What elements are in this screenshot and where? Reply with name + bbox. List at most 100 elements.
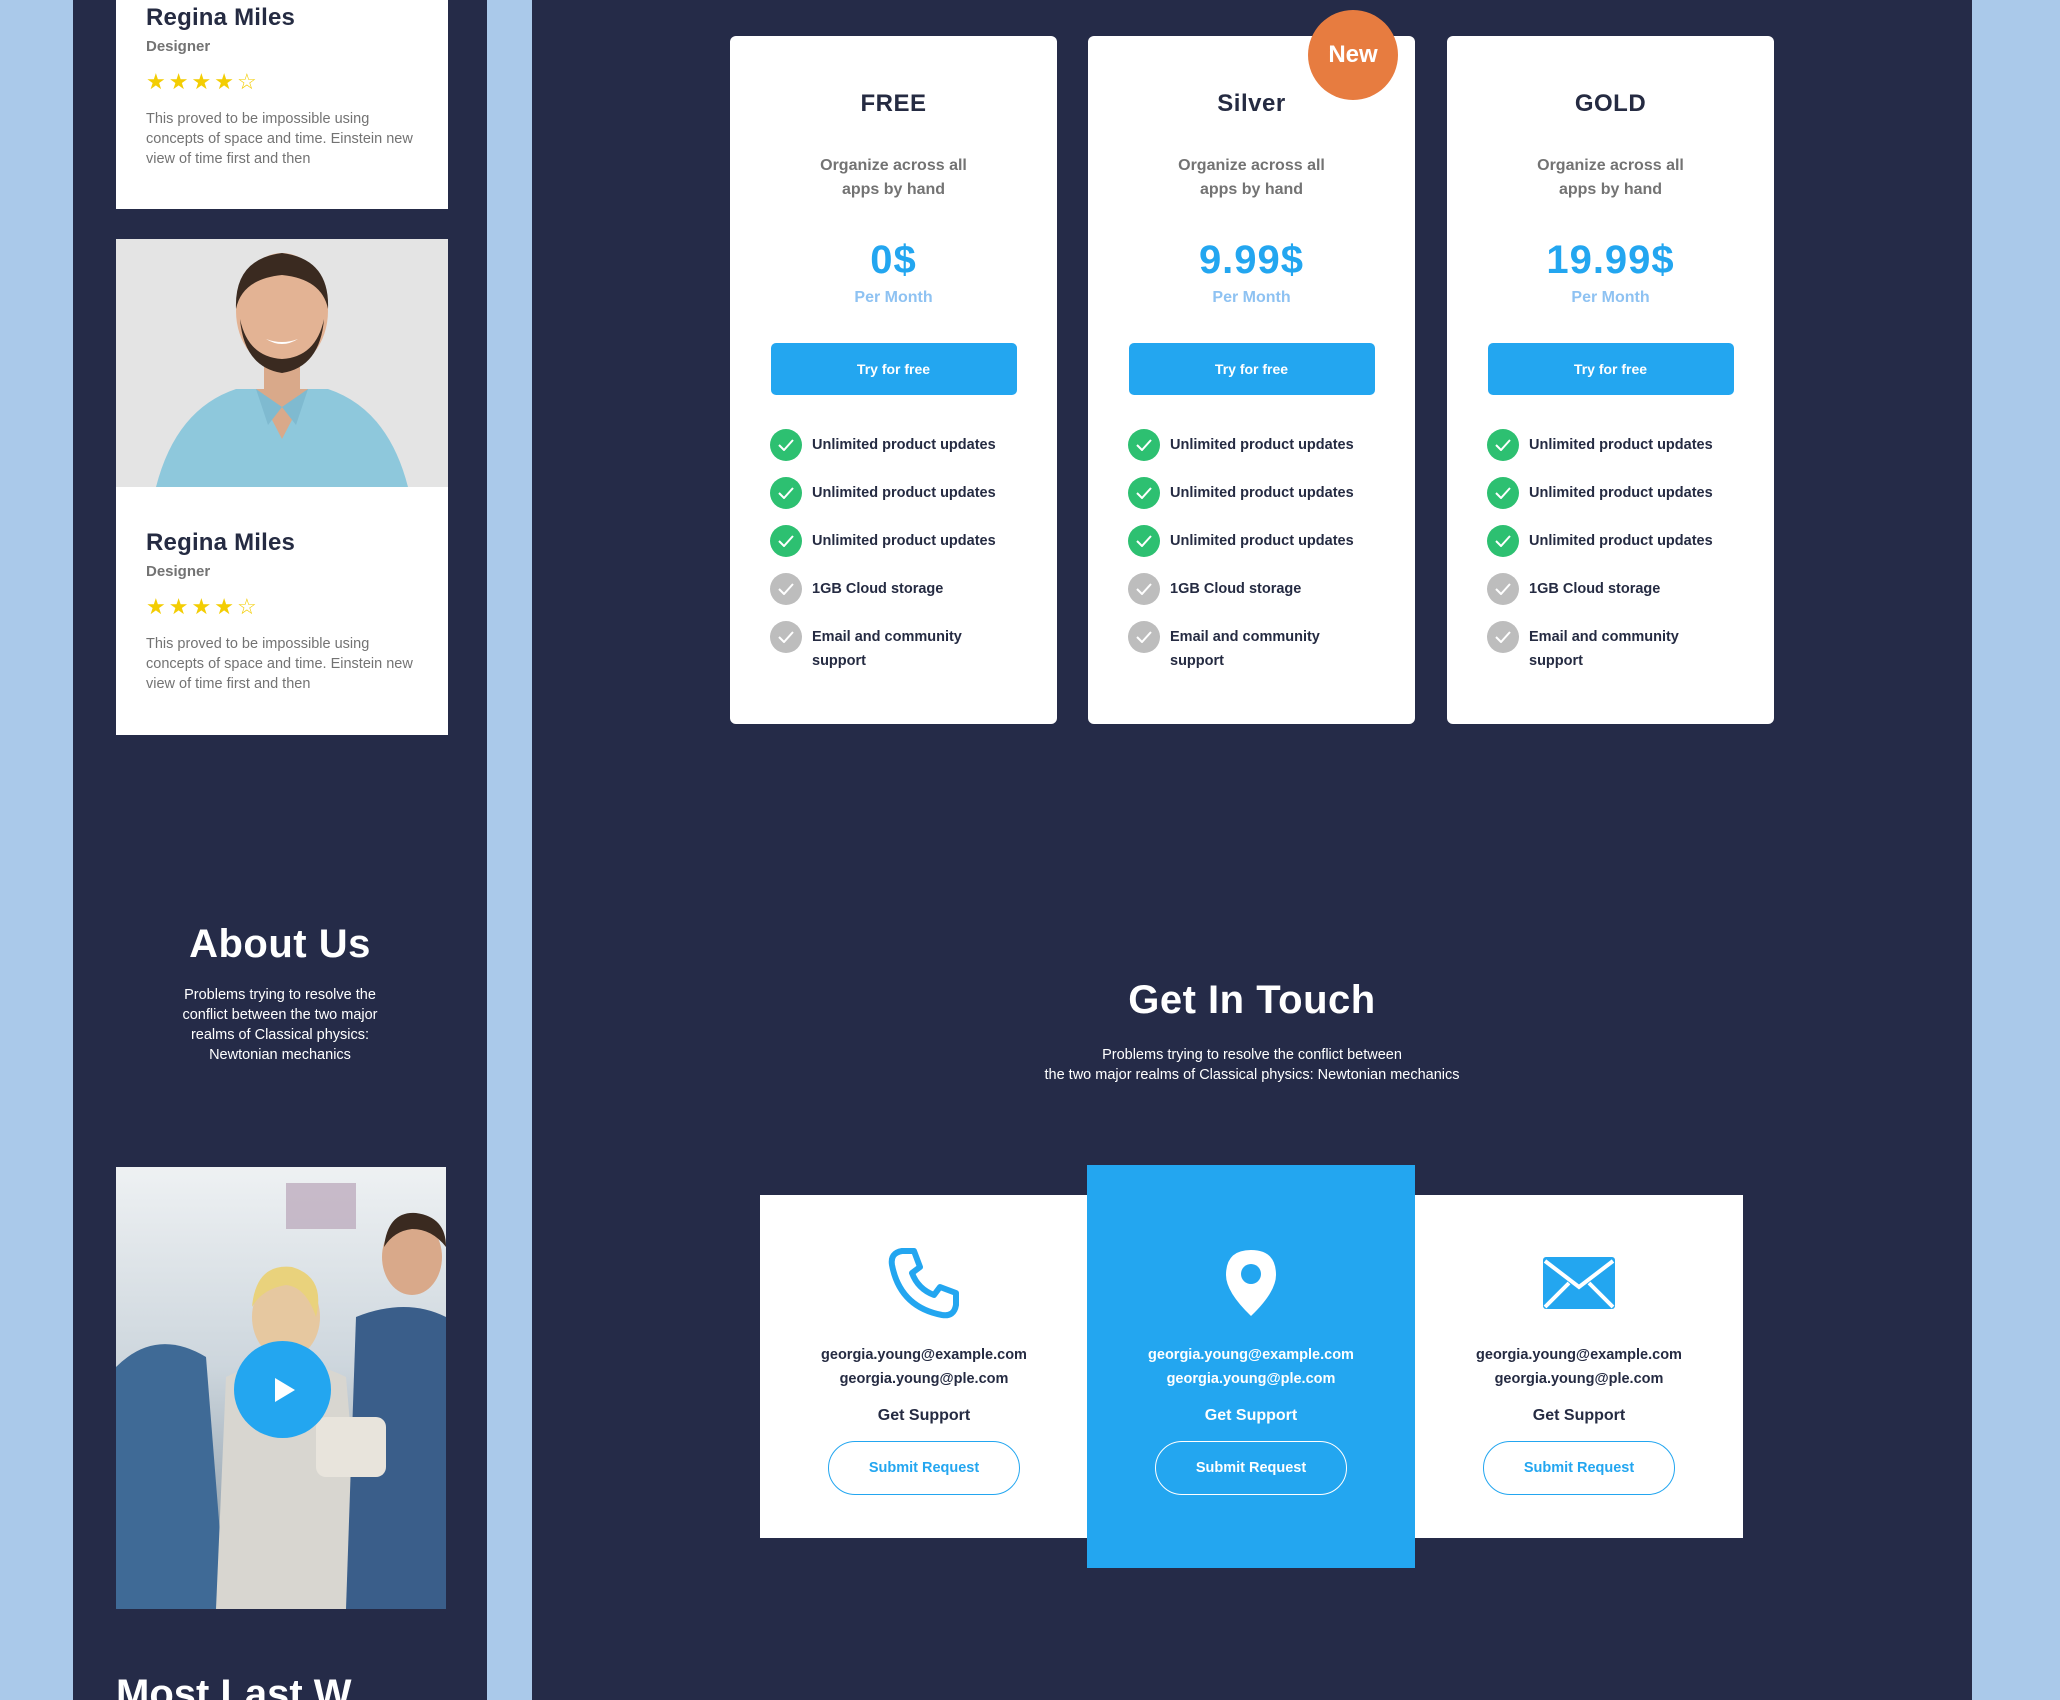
reviewer-name: Regina Miles — [146, 529, 296, 556]
star-filled-icon: ★ — [168, 69, 189, 94]
feature-text: 1GB Cloud storage — [1170, 581, 1302, 597]
plan-description: Organize across all apps by hand — [1178, 157, 1325, 198]
contact-email: georgia.young@ple.com — [1166, 1371, 1336, 1387]
phone-icon — [760, 1243, 1088, 1323]
feature-text: Unlimited product updates — [812, 485, 996, 501]
feature-item: Email and community support — [1128, 621, 1415, 673]
check-icon — [1128, 621, 1160, 653]
feature-item: Unlimited product updates — [1487, 429, 1774, 461]
contact-subtitle: Problems trying to resolve the conflict … — [532, 1045, 1972, 1085]
feature-item: 1GB Cloud storage — [1128, 573, 1415, 605]
cut-off-section-heading: Most Last W... — [116, 1672, 383, 1700]
check-icon — [770, 525, 802, 557]
contact-email: georgia.young@example.com — [1476, 1347, 1682, 1363]
feature-item: Unlimited product updates — [770, 477, 1057, 509]
play-button[interactable] — [234, 1341, 331, 1438]
review-text: This proved to be impossible using conce… — [146, 636, 413, 692]
plan-description: Organize across all apps by hand — [820, 157, 967, 198]
feature-item: Email and community support — [770, 621, 1057, 673]
feature-item: Unlimited product updates — [1128, 477, 1415, 509]
feature-text: Unlimited product updates — [1529, 437, 1713, 453]
feature-text: Email and community support — [1170, 629, 1320, 669]
pricing-card-gold: GOLD Organize across all apps by hand 19… — [1447, 36, 1774, 724]
mobile-preview-column: Regina Miles Designer ★ ★ ★ ★ ☆ This pro… — [73, 0, 487, 1700]
try-for-free-button[interactable]: Try for free — [1487, 343, 1734, 395]
check-icon — [1487, 525, 1519, 557]
star-filled-icon: ★ — [146, 69, 166, 94]
feature-text: Unlimited product updates — [812, 437, 996, 453]
plan-description: Organize across all apps by hand — [1537, 157, 1684, 198]
check-icon — [770, 429, 802, 461]
contact-email: georgia.young@example.com — [821, 1347, 1027, 1363]
new-badge: New — [1308, 10, 1398, 100]
feature-text: Unlimited product updates — [1170, 485, 1354, 501]
check-icon — [1128, 477, 1160, 509]
contact-email: georgia.young@ple.com — [839, 1371, 1009, 1387]
envelope-icon — [1415, 1243, 1743, 1323]
location-pin-icon — [1087, 1243, 1415, 1323]
star-rating: ★ ★ ★ ★ ☆ — [146, 596, 418, 618]
feature-list: Unlimited product updates Unlimited prod… — [1128, 429, 1415, 673]
feature-item: Email and community support — [1487, 621, 1774, 673]
feature-text: Unlimited product updates — [812, 533, 996, 549]
contact-label: Get Support — [1532, 1407, 1626, 1424]
feature-list: Unlimited product updates Unlimited prod… — [1487, 429, 1774, 673]
try-for-free-button[interactable]: Try for free — [770, 343, 1017, 395]
about-section: About Us Problems trying to resolve the … — [73, 922, 487, 1065]
reviewer-role: Designer — [146, 38, 211, 55]
feature-item: Unlimited product updates — [1487, 477, 1774, 509]
contact-label: Get Support — [877, 1407, 971, 1424]
check-icon — [1487, 477, 1519, 509]
plan-period: Per Month — [1571, 289, 1650, 306]
feature-text: Unlimited product updates — [1529, 533, 1713, 549]
feature-text: Email and community support — [1529, 629, 1679, 669]
contact-subtitle-line: the two major realms of Classical physic… — [1044, 1067, 1460, 1083]
feature-item: Unlimited product updates — [770, 525, 1057, 557]
contact-email: georgia.young@ple.com — [1494, 1371, 1664, 1387]
feature-list: Unlimited product updates Unlimited prod… — [770, 429, 1057, 673]
feature-item: 1GB Cloud storage — [1487, 573, 1774, 605]
review-card: Regina Miles Designer ★ ★ ★ ★ ☆ This pro… — [116, 239, 448, 735]
contact-card-phone: georgia.young@example.com georgia.young@… — [760, 1195, 1088, 1538]
reviewer-role: Designer — [146, 563, 211, 580]
feature-item: Unlimited product updates — [1487, 525, 1774, 557]
star-rating: ★ ★ ★ ★ ☆ — [146, 71, 418, 93]
about-text: Problems trying to resolve the conflict … — [182, 987, 378, 1063]
pricing-card-silver: Silver Organize across all apps by hand … — [1088, 36, 1415, 724]
plan-title: GOLD — [1574, 90, 1647, 117]
star-filled-icon: ★ — [214, 69, 234, 94]
feature-item: Unlimited product updates — [1128, 525, 1415, 557]
check-icon — [1487, 429, 1519, 461]
contact-title: Get In Touch — [1128, 978, 1376, 1022]
contact-label: Get Support — [1204, 1407, 1298, 1424]
review-text: This proved to be impossible using conce… — [146, 111, 413, 167]
feature-text: Email and community support — [812, 629, 962, 669]
check-icon — [1128, 525, 1160, 557]
contact-card-email: georgia.young@example.com georgia.young@… — [1415, 1195, 1743, 1538]
check-icon — [770, 621, 802, 653]
desktop-preview: FREE Organize across all apps by hand 0$… — [532, 0, 1972, 1700]
submit-request-button[interactable]: Submit Request — [828, 1441, 1020, 1495]
submit-request-button[interactable]: Submit Request — [1483, 1441, 1675, 1495]
plan-price: 19.99$ — [1546, 238, 1675, 282]
feature-text: Unlimited product updates — [1170, 533, 1354, 549]
feature-text: 1GB Cloud storage — [812, 581, 944, 597]
pricing-card-free: FREE Organize across all apps by hand 0$… — [730, 36, 1057, 724]
check-icon — [770, 573, 802, 605]
plan-price: 9.99$ — [1198, 238, 1305, 282]
video-thumbnail[interactable] — [116, 1167, 446, 1609]
star-filled-icon: ★ — [146, 594, 166, 619]
plan-price: 0$ — [870, 238, 917, 282]
submit-request-button[interactable]: Submit Request — [1155, 1441, 1347, 1495]
check-icon — [1128, 573, 1160, 605]
contact-card-location: georgia.young@example.com georgia.young@… — [1087, 1165, 1415, 1568]
check-icon — [1487, 573, 1519, 605]
star-empty-icon: ☆ — [236, 69, 257, 94]
feature-text: Unlimited product updates — [1170, 437, 1354, 453]
check-icon — [770, 477, 802, 509]
star-filled-icon: ★ — [191, 69, 212, 94]
star-filled-icon: ★ — [168, 594, 189, 619]
star-filled-icon: ★ — [214, 594, 234, 619]
contact-subtitle-line: Problems trying to resolve the conflict … — [1102, 1047, 1402, 1063]
try-for-free-button[interactable]: Try for free — [1128, 343, 1375, 395]
